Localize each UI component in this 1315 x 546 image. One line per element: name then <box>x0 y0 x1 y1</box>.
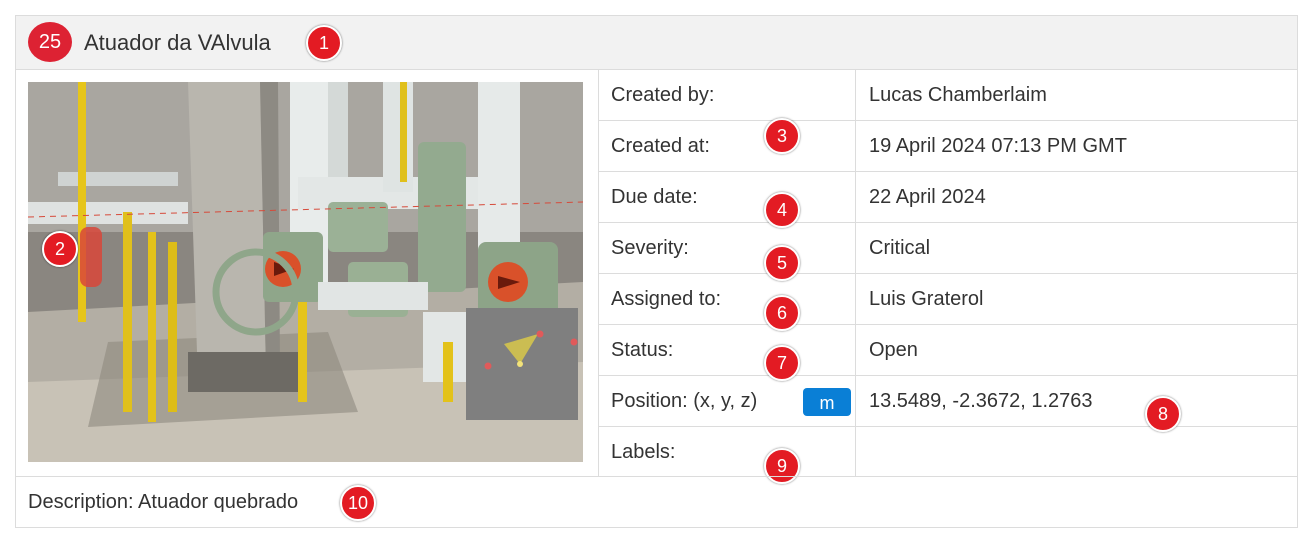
annotation-marker-3: 3 <box>764 118 800 154</box>
issue-details: Created by: Lucas Chamberlaim Created at… <box>599 70 1297 484</box>
column-divider <box>855 376 856 426</box>
due-date-value: 22 April 2024 <box>869 186 986 208</box>
column-divider <box>855 121 856 171</box>
created-by-label: Created by: <box>611 84 715 106</box>
photo-cell: 2 <box>16 70 599 476</box>
description-row: Description: Atuador quebrado 10 <box>16 476 1297 527</box>
created-at-label: Created at: <box>611 135 710 157</box>
position-label: Position: (x, y, z) <box>611 390 758 412</box>
row-severity: Severity: Critical <box>599 223 1297 274</box>
annotation-marker-6: 6 <box>764 295 800 331</box>
annotation-marker-5: 5 <box>764 245 800 281</box>
status-value: Open <box>869 339 918 361</box>
minimap[interactable] <box>466 308 578 420</box>
severity-label: Severity: <box>611 237 689 259</box>
annotation-marker-4: 4 <box>764 192 800 228</box>
column-divider <box>855 70 856 120</box>
issue-panel: 25 Atuador da VAlvula 1 2 Created by: Lu… <box>15 15 1298 528</box>
column-divider <box>855 223 856 273</box>
column-divider <box>855 172 856 222</box>
created-by-value: Lucas Chamberlaim <box>869 84 1047 106</box>
column-divider <box>855 274 856 324</box>
annotation-marker-8: 8 <box>1145 396 1181 432</box>
row-due-date: Due date: 22 April 2024 <box>599 172 1297 223</box>
view-cone-icon <box>484 330 578 370</box>
row-status: Status: Open <box>599 325 1297 376</box>
annotation-marker-7: 7 <box>764 345 800 381</box>
status-label: Status: <box>611 339 674 361</box>
assigned-to-value: Luis Graterol <box>869 288 984 310</box>
created-at-value: 19 April 2024 07:13 PM GMT <box>869 135 1127 157</box>
annotation-marker-2: 2 <box>42 231 78 267</box>
position-value: 13.5489, -2.3672, 1.2763 <box>869 390 1093 412</box>
annotation-marker-10: 10 <box>340 485 376 521</box>
issue-number-badge: 25 <box>28 22 72 62</box>
description-text: Description: Atuador quebrado <box>28 491 299 513</box>
column-divider <box>855 427 856 476</box>
due-date-label: Due date: <box>611 186 698 208</box>
issue-photo[interactable]: 2 <box>28 82 583 462</box>
issue-header: 25 Atuador da VAlvula 1 <box>16 16 1297 70</box>
assigned-to-label: Assigned to: <box>611 288 722 310</box>
row-assigned-to: Assigned to: Luis Graterol <box>599 274 1297 325</box>
labels-label: Labels: <box>611 441 676 463</box>
row-labels: Labels: <box>599 427 1297 476</box>
column-divider <box>855 325 856 375</box>
severity-value: Critical <box>869 237 931 259</box>
row-position: Position: (x, y, z) m 13.5489, -2.3672, … <box>599 376 1297 427</box>
row-created-by: Created by: Lucas Chamberlaim <box>599 70 1297 121</box>
issue-title: Atuador da VAlvula <box>84 30 271 55</box>
position-unit-button[interactable]: m <box>803 388 851 416</box>
annotation-marker-1: 1 <box>306 25 342 61</box>
row-created-at: Created at: 19 April 2024 07:13 PM GMT <box>599 121 1297 172</box>
